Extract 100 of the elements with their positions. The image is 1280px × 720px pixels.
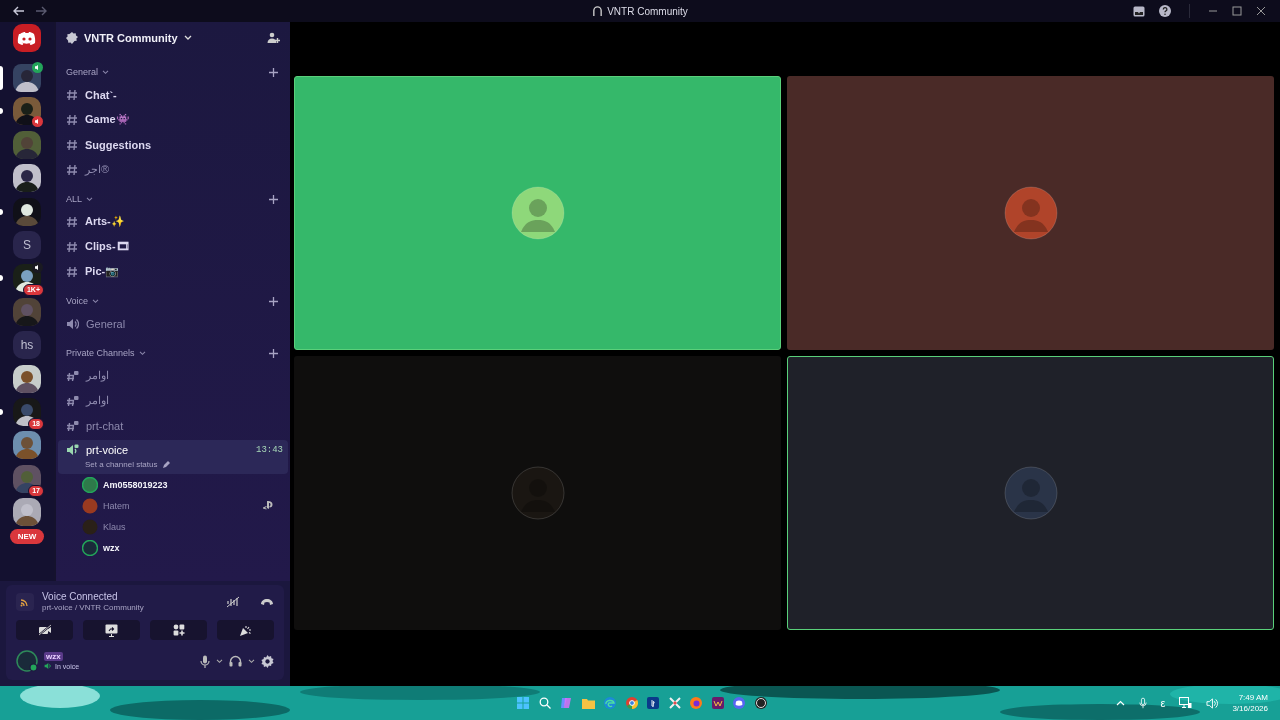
speaker-icon bbox=[66, 317, 79, 330]
firefox-icon[interactable] bbox=[690, 697, 702, 709]
add-member-icon[interactable] bbox=[267, 32, 280, 44]
server-name[interactable]: VNTR Community bbox=[84, 32, 178, 44]
avatar bbox=[510, 186, 565, 240]
channel-name[interactable]: Chat`- bbox=[85, 88, 117, 101]
channel-name[interactable]: prt-voice bbox=[86, 444, 129, 456]
microphone-icon[interactable] bbox=[200, 654, 210, 668]
category-header[interactable]: General bbox=[66, 67, 99, 77]
network-icon[interactable] bbox=[1179, 697, 1193, 709]
new-badge[interactable]: NEW bbox=[9, 529, 45, 545]
channel-item[interactable]: اجر® bbox=[58, 157, 288, 182]
soundboard-button[interactable] bbox=[217, 620, 274, 640]
plus-icon[interactable] bbox=[269, 296, 278, 306]
channel-name[interactable]: Suggestions bbox=[85, 138, 151, 151]
plus-icon[interactable] bbox=[269, 348, 278, 358]
channel-name[interactable]: Game👾 bbox=[85, 113, 130, 126]
screen-share-button[interactable] bbox=[83, 620, 140, 640]
server-icon[interactable]: hs bbox=[13, 331, 41, 360]
channel-name[interactable]: اوامر bbox=[86, 394, 109, 407]
channel-name[interactable]: اجر® bbox=[85, 163, 110, 176]
camera-off-button[interactable] bbox=[16, 620, 73, 640]
headphones-icon[interactable] bbox=[229, 655, 242, 667]
obs-icon[interactable] bbox=[754, 697, 767, 709]
forward-arrow-icon[interactable] bbox=[35, 6, 47, 16]
channel-item[interactable]: اوامر bbox=[58, 388, 288, 413]
close-icon[interactable] bbox=[1256, 6, 1266, 16]
disconnect-icon[interactable] bbox=[260, 597, 274, 606]
start-icon[interactable] bbox=[517, 697, 529, 709]
chevron-down-icon[interactable] bbox=[216, 658, 223, 664]
channel-item[interactable]: Arts-✨ bbox=[58, 209, 288, 234]
video-tile[interactable] bbox=[294, 76, 781, 350]
channel-item[interactable]: prt-voice 13:43 Set a channel status bbox=[58, 440, 288, 474]
chevron-down-icon[interactable] bbox=[248, 658, 255, 664]
channel-item[interactable]: Chat`- bbox=[58, 82, 288, 107]
member-name[interactable]: wzx bbox=[103, 542, 120, 553]
elapsed-time: 13:43 bbox=[256, 445, 283, 455]
channel-item[interactable]: General bbox=[58, 311, 288, 336]
channel-item[interactable]: Pic-📷 bbox=[58, 259, 288, 284]
member-name[interactable]: Hatem bbox=[103, 500, 130, 511]
playstation-app-icon[interactable] bbox=[647, 697, 659, 709]
avatar bbox=[1003, 186, 1058, 240]
hash-icon bbox=[66, 163, 78, 176]
locked-hash-icon bbox=[66, 419, 79, 432]
avatar bbox=[510, 466, 565, 520]
channel-name[interactable]: prt-chat bbox=[86, 419, 124, 432]
channel-item[interactable]: Clips-🎞 bbox=[58, 234, 288, 259]
volume-icon[interactable] bbox=[1206, 697, 1219, 709]
avatar[interactable] bbox=[16, 650, 38, 672]
search-icon[interactable] bbox=[538, 697, 551, 709]
category-header[interactable]: Private Channels bbox=[66, 348, 135, 358]
video-tile[interactable] bbox=[294, 356, 781, 630]
maximize-icon[interactable] bbox=[1232, 6, 1242, 16]
locked-hash-icon bbox=[66, 394, 79, 407]
video-tile[interactable] bbox=[787, 76, 1274, 350]
voice-location[interactable]: prt-voice / VNTR Community bbox=[42, 603, 144, 612]
channel-name[interactable]: Pic-📷 bbox=[85, 265, 120, 278]
activities-button[interactable] bbox=[150, 620, 207, 640]
channel-status[interactable]: Set a channel status bbox=[85, 460, 158, 469]
plus-icon[interactable] bbox=[269, 194, 278, 204]
chrome-icon[interactable] bbox=[625, 697, 638, 709]
channel-name[interactable]: General bbox=[86, 317, 126, 330]
video-tile[interactable] bbox=[787, 356, 1274, 630]
username: wzx bbox=[44, 652, 63, 661]
back-arrow-icon[interactable] bbox=[13, 6, 25, 16]
channel-name[interactable]: اوامر bbox=[86, 369, 109, 382]
channel-item[interactable]: prt-chat bbox=[58, 413, 288, 438]
voice-status: Voice Connected bbox=[42, 591, 119, 602]
channel-item[interactable]: اوامر bbox=[58, 363, 288, 388]
connection-icon[interactable] bbox=[16, 592, 34, 611]
avatar bbox=[1003, 466, 1058, 520]
member-name[interactable]: Klaus bbox=[103, 521, 126, 532]
category-header[interactable]: Voice bbox=[66, 296, 89, 306]
channel-name[interactable]: Arts-✨ bbox=[85, 215, 125, 228]
hash-icon bbox=[66, 240, 78, 253]
channel-item[interactable]: Game👾 bbox=[58, 107, 288, 132]
plus-icon[interactable] bbox=[269, 67, 278, 77]
discord-icon[interactable] bbox=[733, 697, 745, 709]
channel-name[interactable]: Clips-🎞 bbox=[85, 240, 130, 253]
party-popper-icon bbox=[239, 623, 252, 637]
server-icon bbox=[592, 5, 604, 17]
x-app-icon[interactable] bbox=[668, 697, 681, 709]
screen-share-icon bbox=[105, 623, 118, 637]
noise-suppression-icon[interactable] bbox=[226, 595, 240, 608]
activities-icon bbox=[172, 624, 185, 636]
server-badge-icon bbox=[66, 32, 78, 44]
member-name[interactable]: Am0558019223 bbox=[103, 479, 168, 490]
help-icon[interactable] bbox=[1159, 5, 1171, 17]
window-title: VNTR Community bbox=[607, 5, 688, 17]
hash-icon bbox=[66, 113, 78, 126]
server-icon[interactable]: S bbox=[13, 230, 41, 259]
speaker-icon bbox=[44, 662, 52, 670]
settings-icon[interactable] bbox=[261, 654, 274, 668]
category-header[interactable]: ALL bbox=[66, 194, 82, 204]
chevron-up-icon[interactable] bbox=[1115, 700, 1125, 706]
discord-logo-icon[interactable] bbox=[13, 24, 41, 52]
inbox-icon[interactable] bbox=[1133, 5, 1145, 17]
channel-item[interactable]: Suggestions bbox=[58, 132, 288, 157]
microphone-icon[interactable] bbox=[1138, 697, 1147, 709]
locked-hash-icon bbox=[66, 369, 79, 382]
